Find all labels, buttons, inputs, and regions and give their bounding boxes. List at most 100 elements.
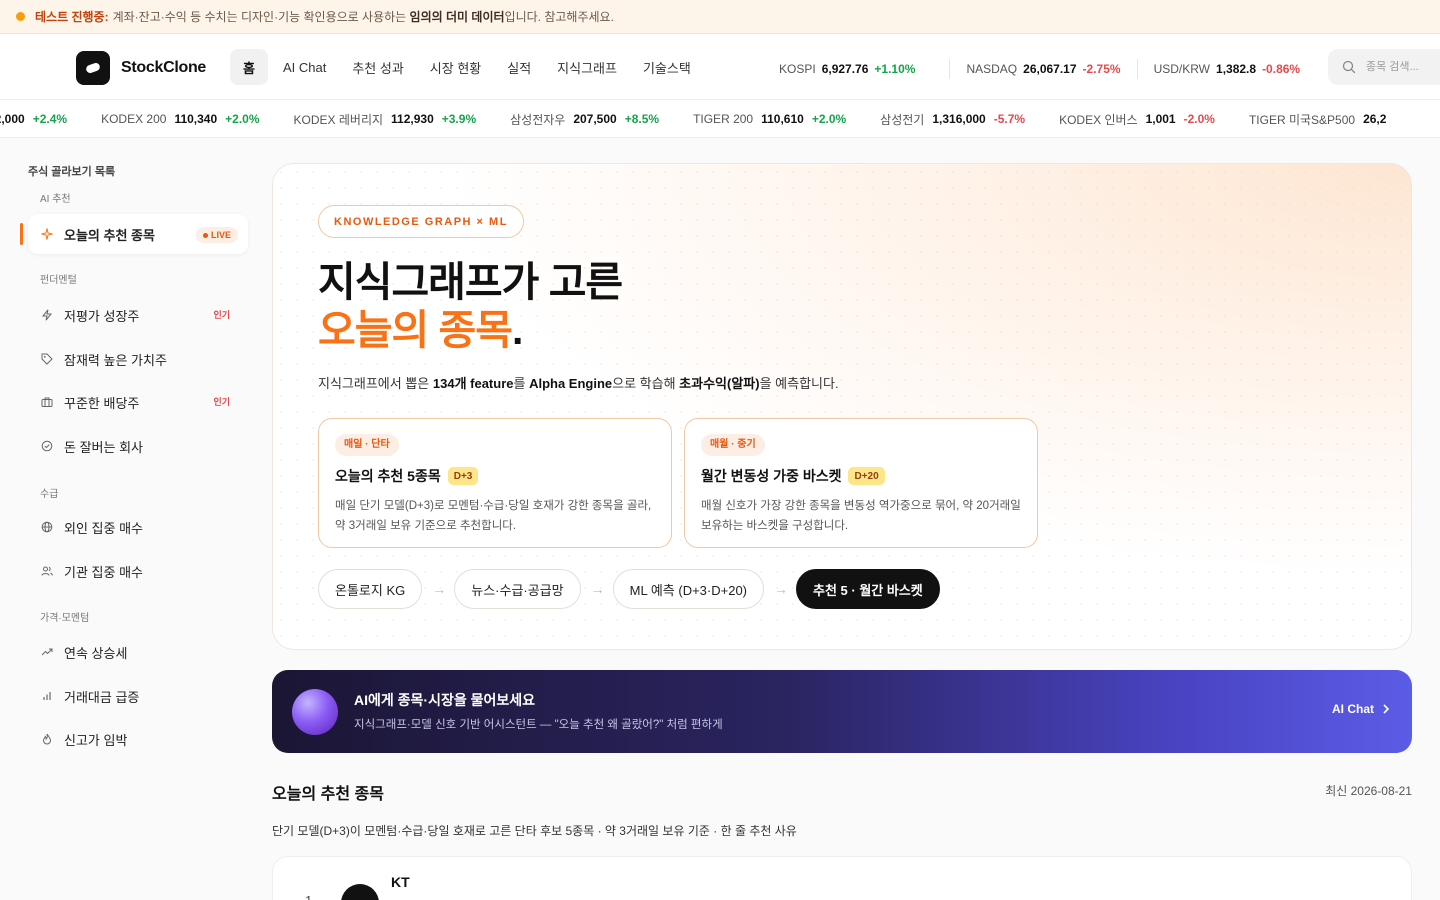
- horizon-badge: D+20: [848, 467, 885, 485]
- notice-dot-icon: [16, 12, 25, 21]
- sidebar-item-foreign-buy[interactable]: 외인 집중 매수: [28, 507, 248, 547]
- index-value: 26,067.17: [1023, 62, 1077, 76]
- ticker-item[interactable]: KODEX 인버스 1,001 -2.0%: [1059, 111, 1215, 128]
- index-change: +1.10%: [874, 62, 916, 76]
- sidebar-item-label: 꾸준한 배당주: [64, 395, 140, 411]
- ticker-name: TIGER 200: [693, 112, 754, 126]
- card-body: 매월 신호가 가장 강한 종목을 변동성 역가중으로 묶어, 약 20거래일 보…: [701, 500, 1021, 532]
- ai-banner-title: AI에게 종목·시장을 물어보세요: [354, 692, 536, 708]
- ai-chat-link-label: AI Chat: [1332, 702, 1374, 716]
- test-notice-bar: 테스트 진행중: 계좌·잔고·수익 등 수치는 디자인·기능 확인용으로 사용하…: [0, 0, 1440, 34]
- pick-name: KT: [391, 874, 410, 890]
- ticker-change: +2.0%: [811, 112, 847, 126]
- nav-knowledge-graph[interactable]: 지식그래프: [546, 49, 628, 85]
- sidebar-item-profitable[interactable]: 돈 잘버는 회사: [28, 426, 248, 466]
- ai-chat-link[interactable]: AI Chat: [1332, 702, 1390, 716]
- users-icon: [40, 564, 54, 578]
- stock-search[interactable]: [1328, 49, 1440, 85]
- pick-row[interactable]: 1 KT: [272, 856, 1412, 900]
- sidebar-item-rising-streak[interactable]: 연속 상승세: [28, 632, 248, 672]
- bolt-icon: [40, 308, 54, 322]
- index-change: -2.75%: [1082, 62, 1121, 76]
- sidebar-item-value-stocks[interactable]: 잠재력 높은 가치주: [28, 339, 248, 379]
- sidebar-item-institution-buy[interactable]: 기관 집중 매수: [28, 551, 248, 591]
- sidebar-item-label: 돈 잘버는 회사: [64, 439, 143, 455]
- index-usdkrw[interactable]: USD/KRW 1,382.8 -0.86%: [1154, 62, 1301, 76]
- sidebar-item-dividend[interactable]: 꾸준한 배당주 인기: [28, 382, 248, 422]
- hero-badge: KNOWLEDGE GRAPH × ML: [318, 205, 524, 238]
- desc-text: 으로 학습해: [612, 376, 680, 391]
- ticker-name: KODEX 인버스: [1059, 112, 1138, 127]
- notice-text: 계좌·잔고·수익 등 수치는 디자인·기능 확인용으로 사용하는: [112, 10, 407, 24]
- sidebar-item-volume-surge[interactable]: 거래대금 급증: [28, 676, 248, 716]
- ticker-change: -2.0%: [1183, 112, 1215, 126]
- sidebar-item-label: 기관 집중 매수: [64, 564, 143, 580]
- ticker-change: +2.0%: [225, 112, 260, 126]
- ticker-name: KODEX 레버리지: [293, 112, 384, 127]
- nav-market[interactable]: 시장 현황: [419, 49, 492, 85]
- ticker-item[interactable]: KODEX 레버리지 112,930 +3.9%: [294, 111, 477, 128]
- brand-logo[interactable]: StockClone: [76, 51, 206, 85]
- sparkle-icon: [40, 227, 54, 241]
- divider: [949, 59, 951, 79]
- ticker-item[interactable]: 32,000 +2.4%: [0, 112, 67, 126]
- briefcase-icon: [40, 395, 54, 409]
- ticker-item[interactable]: 삼성전기 1,316,000 -5.7%: [880, 111, 1025, 128]
- pipeline-step-output[interactable]: 추천 5 · 월간 바스켓: [796, 569, 940, 609]
- index-name: KOSPI: [779, 62, 816, 76]
- hero-section: KNOWLEDGE GRAPH × ML 지식그래프가 고른 오늘의 종목. 지…: [272, 163, 1412, 650]
- bar-chart-icon: [40, 689, 54, 703]
- ticker-name: 삼성전기: [880, 112, 925, 127]
- index-change: -0.86%: [1262, 62, 1301, 76]
- sidebar-item-label: 잠재력 높은 가치주: [64, 352, 167, 368]
- ticker-item[interactable]: TIGER 200 110,610 +2.0%: [693, 112, 846, 126]
- sidebar-item-label: 거래대금 급증: [64, 689, 140, 705]
- card-title-text: 월간 변동성 가중 바스켓: [701, 468, 842, 484]
- card-title-text: 오늘의 추천 5종목: [335, 468, 441, 484]
- arrow-right-icon: →: [590, 581, 605, 597]
- sidebar-item-today-picks[interactable]: 오늘의 추천 종목 LIVE: [28, 214, 248, 254]
- hero-title-accent: 오늘의 종목: [318, 307, 513, 353]
- ticker-value: 112,930: [391, 112, 434, 126]
- ticker-track: 32,000 +2.4% KODEX 200 110,340 +2.0% KODEX …: [0, 100, 1386, 137]
- sidebar-item-undervalued-growth[interactable]: 저평가 성장주 인기: [28, 295, 248, 335]
- pipeline-step-ml[interactable]: ML 예측 (D+3·D+20): [612, 569, 764, 609]
- nav-earnings[interactable]: 실적: [496, 49, 542, 85]
- card-title: 월간 변동성 가중 바스켓 D+20: [701, 466, 1021, 486]
- top-header: StockClone 홈 AI Chat 추천 성과 시장 현황 실적 지식그래…: [0, 34, 1440, 100]
- ticker-item[interactable]: TIGER 미국S&P500 26,2: [1249, 111, 1386, 128]
- index-nasdaq[interactable]: NASDAQ 26,067.17 -2.75%: [966, 62, 1120, 76]
- ai-orb-icon: [292, 689, 338, 735]
- pipeline-step-ontology[interactable]: 온톨로지 KG: [318, 569, 423, 609]
- ticker-name: 삼성전자우: [510, 112, 566, 127]
- monthly-basket-card[interactable]: 매월 · 중기 월간 변동성 가중 바스켓 D+20 매월 신호가 가장 강한 종…: [684, 418, 1038, 548]
- pick-rank: 1: [305, 893, 312, 900]
- card-tag: 매일 · 단타: [335, 434, 399, 456]
- nav-home[interactable]: 홈: [230, 49, 268, 85]
- ticker-change: +2.4%: [32, 112, 68, 126]
- ticker-item[interactable]: 삼성전자우 207,500 +8.5%: [510, 111, 659, 128]
- sidebar-item-label: 오늘의 추천 종목: [64, 227, 155, 243]
- ai-chat-banner[interactable]: AI에게 종목·시장을 물어보세요 지식그래프·모델 신호 기반 어시스턴트 —…: [272, 670, 1412, 753]
- ticker-item[interactable]: KODEX 200 110,340 +2.0%: [101, 112, 259, 126]
- sidebar-section-flow: 수급: [40, 489, 59, 500]
- notice-text-end: 입니다. 참고해주세요.: [504, 10, 614, 24]
- nav-ai-chat[interactable]: AI Chat: [272, 49, 337, 85]
- desc-bold: 초과수익(알파): [679, 376, 760, 391]
- daily-picks-card[interactable]: 매일 · 단타 오늘의 추천 5종목 D+3 매일 단기 모델(D+3)로 모멘텀…: [318, 418, 672, 548]
- notice-lead: 테스트 진행중:: [35, 10, 109, 24]
- ticker-change: +3.9%: [441, 112, 477, 126]
- search-input[interactable]: [1366, 61, 1440, 73]
- nav-tech-stack[interactable]: 기술스택: [632, 49, 702, 85]
- ticker-name: KODEX 200: [101, 112, 167, 126]
- notice-bold: 임의의 더미 데이터: [409, 10, 505, 24]
- nav-performance[interactable]: 추천 성과: [341, 49, 414, 85]
- ticker-name: TIGER 미국S&P500: [1248, 112, 1356, 127]
- index-kospi[interactable]: KOSPI 6,927.76 +1.10%: [779, 62, 915, 76]
- ticker-value: 1,001: [1145, 112, 1176, 126]
- sidebar-item-near-high[interactable]: 신고가 임박: [28, 719, 248, 759]
- logo-mark-icon: [76, 51, 110, 85]
- pipeline-step-data[interactable]: 뉴스·수급·공급망: [454, 569, 581, 609]
- stock-ticker: 32,000 +2.4% KODEX 200 110,340 +2.0% KODEX …: [0, 100, 1440, 138]
- popular-badge: 인기: [213, 397, 230, 407]
